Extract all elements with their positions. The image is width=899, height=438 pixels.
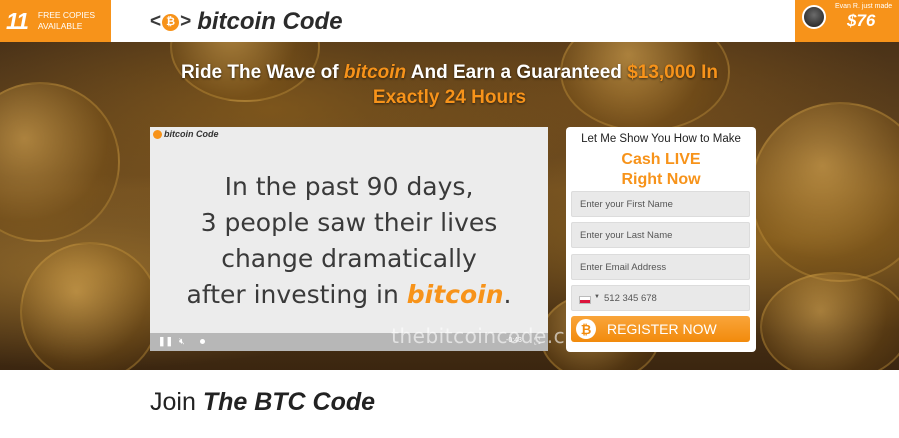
phone-field[interactable]: [604, 286, 749, 310]
join-heading: Join The BTC Code: [150, 388, 376, 416]
top-bar: 11 FREE COPIES AVAILABLE < ₿ > bitcoin C…: [0, 0, 899, 42]
brand-logo[interactable]: < ₿ > bitcoin Code: [150, 8, 343, 36]
bitcoin-coin-icon: ₿: [162, 13, 180, 31]
free-copies-label: FREE COPIES AVAILABLE: [37, 10, 96, 31]
free-copies-badge: 11 FREE COPIES AVAILABLE: [0, 0, 111, 42]
recent-winner-badge: Evan R. just made $76: [795, 0, 899, 42]
code-bracket-left-icon: <: [150, 11, 162, 32]
register-label: REGISTER NOW: [607, 321, 717, 337]
register-button[interactable]: ₿ REGISTER NOW: [571, 316, 750, 342]
video-line: after investing in bitcoin.: [186, 280, 512, 309]
last-name-field[interactable]: [571, 222, 750, 248]
code-bracket-right-icon: >: [180, 11, 192, 32]
hero-headline: Ride The Wave of bitcoin And Earn a Guar…: [180, 62, 719, 108]
form-heading: Cash LIVE Right Now: [621, 151, 701, 188]
winner-text: Evan R. just made: [835, 3, 893, 10]
form-intro: Let Me Show You How to Make: [581, 133, 741, 145]
background-coin-icon: [20, 242, 160, 370]
video-line: In the past 90 days,: [224, 172, 474, 201]
winner-avatar: [802, 5, 826, 29]
bitcoin-coin-icon: ₿: [576, 319, 596, 339]
background-coin-icon: [760, 272, 899, 370]
bitcoin-coin-icon: [153, 129, 162, 139]
video-message: In the past 90 days, 3 people saw their …: [150, 169, 548, 313]
video-brand: bitcoin Code: [153, 129, 219, 139]
email-field[interactable]: [571, 254, 750, 280]
free-copies-count: 11: [6, 7, 29, 34]
background-coin-icon: [750, 102, 899, 282]
first-name-field[interactable]: [571, 191, 750, 217]
brand-name: bitcoin Code: [197, 8, 343, 35]
video-line: change dramatically: [221, 244, 477, 273]
site-watermark: thebitcoincode.com: [391, 324, 598, 348]
hero-section: Ride The Wave of bitcoin And Earn a Guar…: [0, 42, 899, 370]
video-line: 3 people saw their lives: [200, 208, 498, 237]
video-player[interactable]: bitcoin Code In the past 90 days, 3 peop…: [150, 127, 548, 351]
signup-form: Let Me Show You How to Make Cash LIVE Ri…: [566, 127, 756, 352]
chevron-down-icon[interactable]: ▼: [594, 294, 600, 300]
winner-amount: $76: [847, 11, 876, 30]
country-flag-icon[interactable]: [579, 296, 591, 304]
phone-field-group: ▼: [571, 285, 750, 311]
